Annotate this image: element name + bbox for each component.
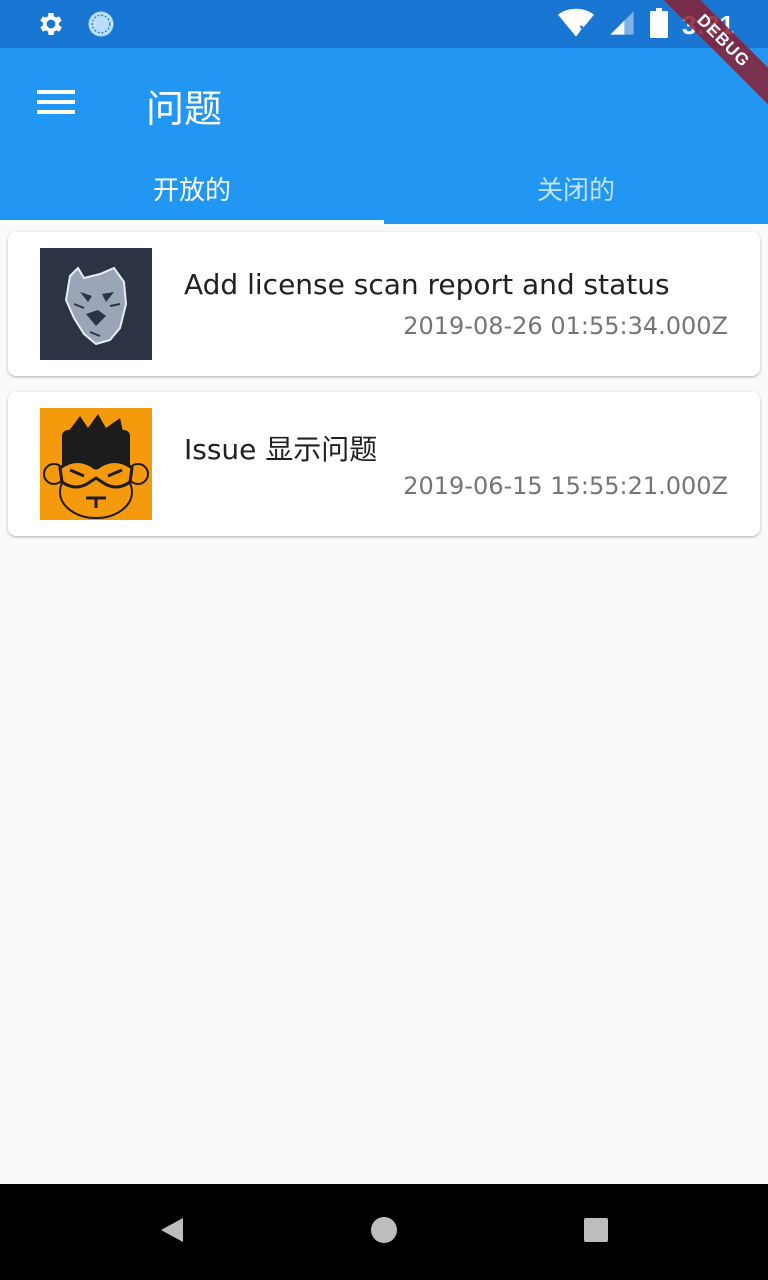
status-time: 3:31 <box>681 9 734 40</box>
tab-open[interactable]: 开放的 <box>0 152 384 224</box>
navigation-bar <box>0 1184 768 1280</box>
tab-open-label: 开放的 <box>152 175 231 206</box>
tab-bar: 开放的 关闭的 <box>0 152 768 224</box>
issue-title: Issue 显示问题 <box>184 433 378 466</box>
recents-button[interactable] <box>576 1212 616 1252</box>
monkey-avatar <box>40 408 152 520</box>
back-icon <box>159 1216 185 1248</box>
issue-list: Add license scan report and status 2019-… <box>8 232 760 552</box>
page-title: 问题 <box>146 87 223 131</box>
back-button[interactable] <box>152 1212 192 1252</box>
recents-icon <box>583 1217 609 1247</box>
menu-icon <box>37 88 75 120</box>
sync-icon <box>86 9 116 43</box>
wifi-icon <box>557 8 594 42</box>
battery-icon <box>649 8 668 42</box>
home-button[interactable] <box>364 1212 404 1252</box>
issue-title: Add license scan report and status <box>184 268 670 301</box>
status-bar: 3:31 <box>0 0 768 48</box>
tiger-avatar <box>40 248 152 360</box>
menu-button[interactable] <box>24 76 88 132</box>
home-icon <box>370 1216 398 1248</box>
tab-indicator <box>0 220 384 224</box>
tab-closed-label: 关闭的 <box>536 175 615 206</box>
app-bar: 问题 开放的 关闭的 <box>0 48 768 224</box>
issue-card[interactable]: Issue 显示问题 2019-06-15 15:55:21.000Z <box>8 392 760 536</box>
tab-closed[interactable]: 关闭的 <box>384 152 768 224</box>
issue-date: 2019-08-26 01:55:34.000Z <box>403 312 728 340</box>
issue-date: 2019-06-15 15:55:21.000Z <box>403 472 728 500</box>
settings-icon <box>36 9 66 43</box>
signal-icon <box>608 9 636 41</box>
issue-card[interactable]: Add license scan report and status 2019-… <box>8 232 760 376</box>
